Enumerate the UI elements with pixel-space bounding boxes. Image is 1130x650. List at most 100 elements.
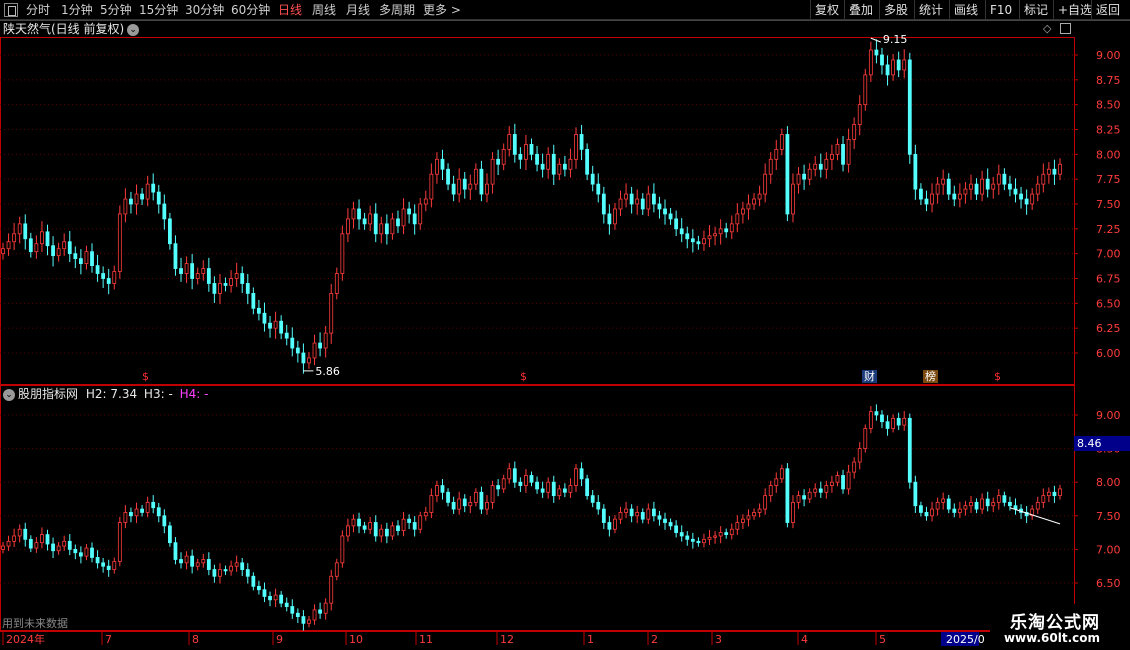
price-axis-label: 8.25 bbox=[1096, 124, 1121, 137]
indicator-candle-body bbox=[496, 485, 501, 490]
main-candle-body bbox=[651, 193, 656, 205]
main-candle-body bbox=[1, 248, 5, 255]
main-candle-body bbox=[412, 213, 417, 225]
main-candle-body bbox=[830, 153, 834, 160]
main-candle-body bbox=[62, 241, 67, 250]
indicator-candle-body bbox=[117, 522, 122, 562]
main-candle-body bbox=[863, 74, 868, 106]
indicator-candle-body bbox=[457, 498, 462, 510]
statistics-button[interactable]: 统计 bbox=[914, 0, 947, 20]
main-candle-body bbox=[935, 183, 940, 195]
main-candle-body bbox=[974, 183, 979, 195]
main-candle-body bbox=[329, 292, 334, 334]
indicator-candle-body bbox=[418, 515, 423, 530]
candlestick-chart: 9.00 8.75 8.50 8.25 8.00 7.75 7.50 7.25 7.00 6.75… bbox=[0, 20, 1130, 646]
chevron-down-icon[interactable]: ⌄ bbox=[127, 23, 140, 36]
period-intraday[interactable]: 分时 bbox=[26, 1, 50, 19]
period-1min[interactable]: 1分钟 bbox=[61, 1, 93, 19]
indicator-candle-body bbox=[1041, 495, 1046, 503]
indicator-candle-body bbox=[718, 532, 723, 537]
indicator-candle-body bbox=[880, 414, 884, 423]
main-candle-body bbox=[268, 322, 272, 329]
main-candle-body bbox=[73, 253, 78, 260]
restore-rights-button[interactable]: 复权 bbox=[810, 0, 843, 20]
indicator-candle-body bbox=[991, 501, 996, 507]
indicator-candle-body bbox=[28, 538, 33, 549]
main-candle-body bbox=[123, 198, 128, 215]
main-candle-body bbox=[779, 134, 784, 150]
indicator-name: 股朋指标网 bbox=[18, 387, 79, 401]
indicator-candle-body bbox=[568, 485, 573, 493]
period-weekly[interactable]: 周线 bbox=[312, 1, 336, 19]
main-candle-body bbox=[635, 198, 640, 205]
main-candle-body bbox=[390, 218, 395, 235]
main-candle-body bbox=[774, 148, 779, 160]
main-candle-body bbox=[295, 347, 300, 354]
back-button[interactable]: 返回 bbox=[1091, 0, 1124, 20]
main-pane-title[interactable]: 陕天然气(日线 前复权) ⌄ bbox=[3, 21, 140, 37]
main-candle-body bbox=[585, 148, 590, 175]
x-axis-label: 2 bbox=[651, 633, 658, 646]
period-monthly[interactable]: 月线 bbox=[346, 1, 370, 19]
main-candle-body bbox=[1052, 168, 1057, 175]
main-candle-body bbox=[546, 153, 551, 170]
chevron-down-icon[interactable]: ⌄ bbox=[3, 388, 15, 401]
main-candle-body bbox=[874, 49, 879, 56]
main-candle-body bbox=[401, 208, 406, 227]
pane-toggle-icon[interactable] bbox=[1060, 23, 1071, 34]
indicator-candle-body bbox=[546, 481, 551, 493]
event-marker-finance[interactable]: 财 bbox=[862, 370, 877, 383]
multi-stock-button[interactable]: 多股 bbox=[879, 0, 912, 20]
high-pointer bbox=[870, 37, 882, 43]
main-candle-body bbox=[574, 134, 578, 160]
event-marker-dividend[interactable]: $ bbox=[994, 370, 1001, 383]
main-candle-body bbox=[590, 173, 595, 185]
main-candle-body bbox=[17, 223, 22, 235]
period-15min[interactable]: 15分钟 bbox=[139, 1, 178, 19]
event-marker-dividend[interactable]: $ bbox=[142, 370, 149, 383]
indicator-candle-body bbox=[1052, 491, 1057, 497]
indicator-candle-body bbox=[234, 562, 239, 567]
diamond-icon[interactable]: ◇ bbox=[1043, 22, 1051, 35]
add-watchlist-button[interactable]: +自选 bbox=[1053, 0, 1096, 20]
period-5min[interactable]: 5分钟 bbox=[100, 1, 132, 19]
main-candle-body bbox=[357, 208, 361, 220]
indicator-pane-title[interactable]: ⌄ 股朋指标网 H2: 7.34 H3: - H4: - bbox=[3, 386, 209, 402]
main-candle-body bbox=[746, 203, 751, 210]
f10-button[interactable]: F10 bbox=[985, 0, 1016, 20]
main-candle-body bbox=[562, 163, 567, 170]
indicator-candle-body bbox=[613, 518, 617, 530]
main-candle-body bbox=[690, 238, 695, 243]
main-candle-body bbox=[902, 59, 907, 71]
main-candle-body bbox=[312, 342, 317, 359]
mark-button[interactable]: 标记 bbox=[1019, 0, 1052, 20]
main-candle-body bbox=[251, 292, 256, 309]
period-more[interactable]: 更多 > bbox=[423, 1, 461, 19]
main-candle-body bbox=[457, 178, 462, 195]
event-marker-dividend[interactable]: $ bbox=[520, 370, 527, 383]
indicator-candle-body bbox=[830, 481, 834, 486]
indicator-candle-body bbox=[362, 525, 367, 530]
main-candle-body bbox=[1030, 193, 1035, 205]
draw-line-button[interactable]: 画线 bbox=[949, 0, 982, 20]
indicator-candle-body bbox=[73, 549, 78, 554]
indicator-candle-body bbox=[980, 498, 985, 510]
main-candle-body bbox=[23, 223, 28, 240]
event-marker-ranking[interactable]: 榜 bbox=[923, 370, 938, 383]
overlay-button[interactable]: 叠加 bbox=[844, 0, 877, 20]
indicator-candle-body bbox=[679, 532, 684, 537]
period-multi[interactable]: 多周期 bbox=[379, 1, 415, 19]
main-candle-body bbox=[791, 183, 795, 215]
main-candle-body bbox=[195, 273, 200, 279]
indicator-candle-body bbox=[640, 512, 645, 520]
period-30min[interactable]: 30分钟 bbox=[185, 1, 224, 19]
main-candle-body bbox=[657, 203, 662, 210]
period-daily[interactable]: 日线 bbox=[278, 1, 302, 19]
indicator-candle-body bbox=[551, 481, 556, 497]
main-candle-body bbox=[184, 263, 189, 274]
main-candle-body bbox=[273, 320, 278, 329]
window-icon[interactable] bbox=[4, 3, 18, 17]
indicator-candle-body bbox=[307, 619, 311, 624]
period-60min[interactable]: 60分钟 bbox=[231, 1, 270, 19]
main-candle-body bbox=[245, 283, 250, 294]
